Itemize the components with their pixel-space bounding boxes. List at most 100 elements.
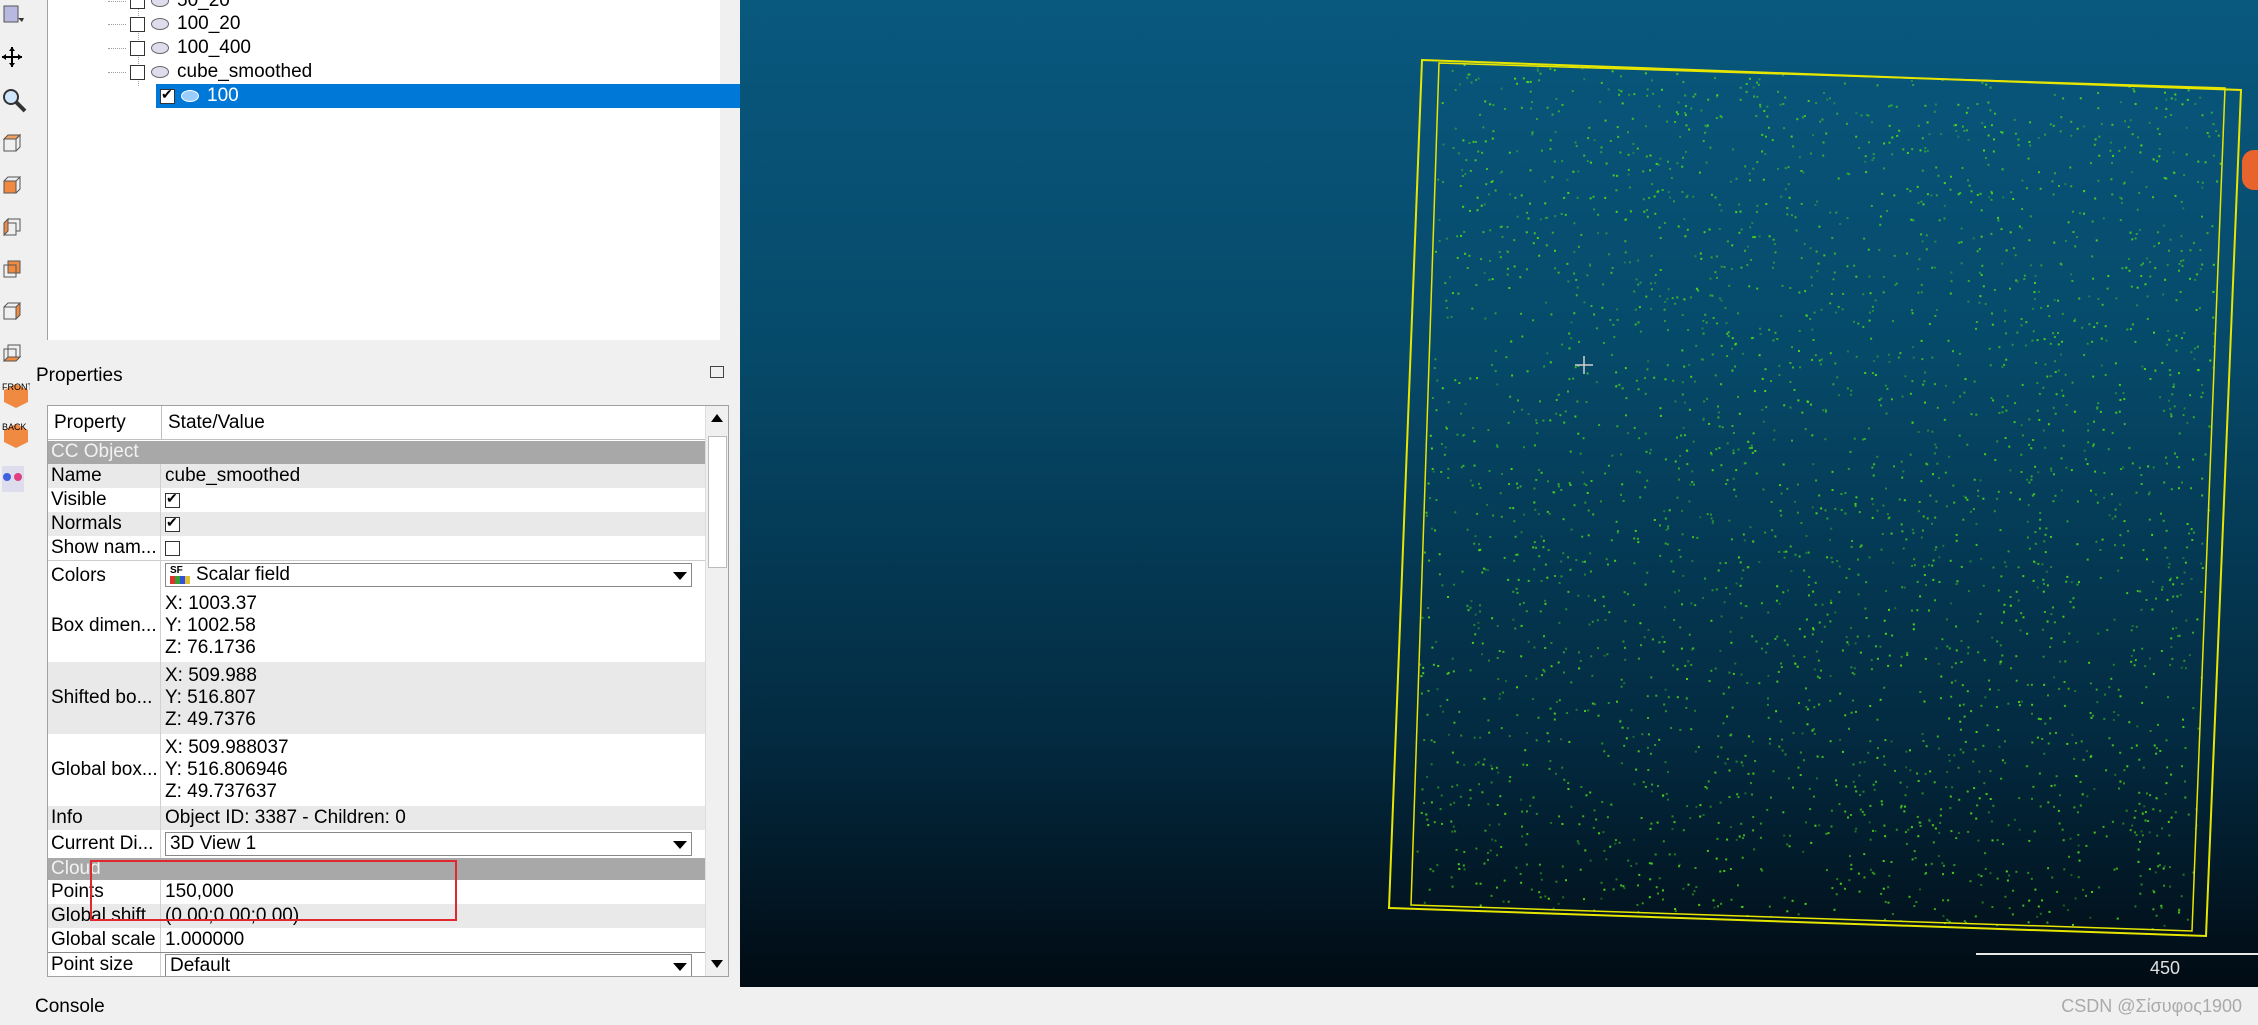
cloud-point bbox=[2031, 712, 2033, 715]
cloud-point bbox=[1461, 175, 1464, 177]
zoom-icon[interactable] bbox=[2, 88, 27, 113]
point-size-dropdown[interactable]: Default bbox=[165, 954, 692, 976]
cloud-point bbox=[2130, 660, 2133, 663]
cloud-point bbox=[1508, 780, 1511, 783]
header-property[interactable]: Property bbox=[48, 406, 162, 440]
visible-checkbox[interactable] bbox=[165, 490, 180, 508]
back-view-icon[interactable] bbox=[2, 259, 24, 281]
scroll-down-icon[interactable] bbox=[711, 960, 723, 968]
cloud-point bbox=[2187, 813, 2190, 816]
cloud-point bbox=[1466, 604, 1469, 607]
front-view-icon[interactable] bbox=[2, 175, 24, 197]
tree-item-checkbox[interactable] bbox=[130, 0, 145, 9]
console-label[interactable]: Console bbox=[35, 996, 105, 1018]
cloud-point bbox=[1870, 668, 1873, 671]
cloud-point bbox=[1838, 591, 1841, 594]
cloud-point bbox=[1697, 289, 1700, 292]
tree-item-checkbox[interactable] bbox=[130, 40, 145, 56]
cloud-point bbox=[2133, 90, 2136, 93]
cloud-point bbox=[2168, 562, 2171, 565]
cloud-point bbox=[1666, 364, 1669, 367]
tree-item-cube-smoothed[interactable]: cube_smoothed bbox=[108, 60, 708, 84]
cloud-point bbox=[1646, 209, 1648, 211]
cloud-point bbox=[2140, 144, 2143, 147]
properties-scrollbar[interactable] bbox=[705, 406, 728, 976]
cloud-point bbox=[2208, 425, 2211, 428]
cloud-point bbox=[2158, 133, 2161, 136]
cloud-point bbox=[1553, 160, 1556, 163]
cloud-point bbox=[1716, 837, 1719, 840]
orientation-widget-icon[interactable] bbox=[2242, 150, 2258, 190]
tree-item-checkbox[interactable] bbox=[130, 64, 145, 80]
prop-value[interactable]: 1.000000 bbox=[161, 928, 244, 952]
colors-dropdown[interactable]: SF Scalar field bbox=[165, 563, 692, 587]
cloud-point bbox=[2212, 263, 2215, 266]
cloud-point bbox=[1767, 126, 1770, 129]
cloud-point bbox=[2075, 775, 2077, 777]
cloud-point bbox=[1852, 780, 1855, 783]
cloud-point bbox=[1707, 98, 1710, 101]
top-view-icon[interactable] bbox=[2, 133, 24, 155]
cloud-point bbox=[2157, 865, 2160, 868]
cloud-point bbox=[1482, 567, 1485, 570]
section-cc-object[interactable]: CC Object bbox=[48, 441, 708, 464]
current-display-dropdown[interactable]: 3D View 1 bbox=[165, 832, 692, 856]
cloud-point bbox=[1806, 708, 1809, 711]
cloud-point bbox=[1547, 740, 1550, 743]
cloud-point bbox=[1976, 620, 1979, 623]
header-value[interactable]: State/Value bbox=[162, 406, 708, 440]
cloud-point bbox=[1607, 754, 1610, 757]
cloud-point bbox=[2171, 610, 2173, 613]
cloud-point bbox=[1426, 713, 1429, 716]
cloud-point bbox=[1778, 364, 1781, 367]
cloud-point bbox=[2128, 269, 2131, 272]
move-icon[interactable] bbox=[2, 47, 24, 69]
cloud-point bbox=[1651, 783, 1654, 786]
scroll-up-icon[interactable] bbox=[711, 414, 723, 422]
cloud-point bbox=[1961, 125, 1964, 128]
prop-value[interactable]: cube_smoothed bbox=[161, 464, 300, 488]
cloud-point bbox=[1653, 195, 1656, 198]
tree-item-100[interactable]: 100 bbox=[156, 84, 767, 108]
cloud-point bbox=[1784, 96, 1787, 99]
back-label-icon[interactable]: BACK bbox=[2, 420, 30, 450]
front-label-icon[interactable]: FRONT bbox=[2, 380, 33, 410]
cloud-point bbox=[1464, 252, 1467, 255]
cloud-point bbox=[1711, 353, 1714, 356]
cloud-point bbox=[2102, 217, 2105, 220]
cloud-point bbox=[2144, 283, 2147, 286]
cloud-point bbox=[2172, 627, 2174, 630]
cloud-point bbox=[2175, 334, 2178, 337]
cloud-point bbox=[1546, 352, 1549, 355]
cube-icon[interactable] bbox=[2, 4, 24, 26]
tree-item-100-400[interactable]: 100_400 bbox=[108, 36, 708, 60]
normals-checkbox[interactable] bbox=[165, 514, 180, 532]
cloud-point bbox=[1965, 129, 1968, 132]
cloud-point bbox=[1663, 703, 1666, 706]
scroll-thumb[interactable] bbox=[708, 436, 727, 568]
show-name-checkbox[interactable] bbox=[165, 540, 180, 556]
cloud-point bbox=[2181, 765, 2183, 768]
cloud-point bbox=[1538, 863, 1541, 866]
cloud-point bbox=[1831, 489, 1834, 491]
cloud-point bbox=[2100, 337, 2103, 340]
cloud-point bbox=[1636, 147, 1639, 150]
left-view-icon[interactable] bbox=[2, 217, 24, 239]
cloud-point bbox=[1959, 748, 1962, 751]
cloud-point bbox=[2170, 415, 2173, 418]
bottom-view-icon[interactable] bbox=[2, 343, 24, 365]
right-view-icon[interactable] bbox=[2, 301, 24, 323]
cloud-point bbox=[1483, 758, 1486, 761]
cloud-point bbox=[2053, 299, 2056, 302]
tree-item-100-20[interactable]: 100_20 bbox=[108, 12, 708, 36]
tree-item-checkbox[interactable] bbox=[160, 86, 175, 104]
cloud-point bbox=[1835, 779, 1837, 782]
cloud-point bbox=[1850, 868, 1853, 871]
cloud-point bbox=[2166, 598, 2169, 601]
3d-view[interactable]: 450 bbox=[740, 0, 2258, 987]
tree-item-checkbox[interactable] bbox=[130, 16, 145, 32]
float-panel-icon[interactable] bbox=[710, 366, 724, 378]
cloud-point bbox=[2088, 661, 2091, 664]
dots-icon[interactable] bbox=[2, 466, 24, 492]
cloud-point bbox=[1666, 771, 1669, 774]
